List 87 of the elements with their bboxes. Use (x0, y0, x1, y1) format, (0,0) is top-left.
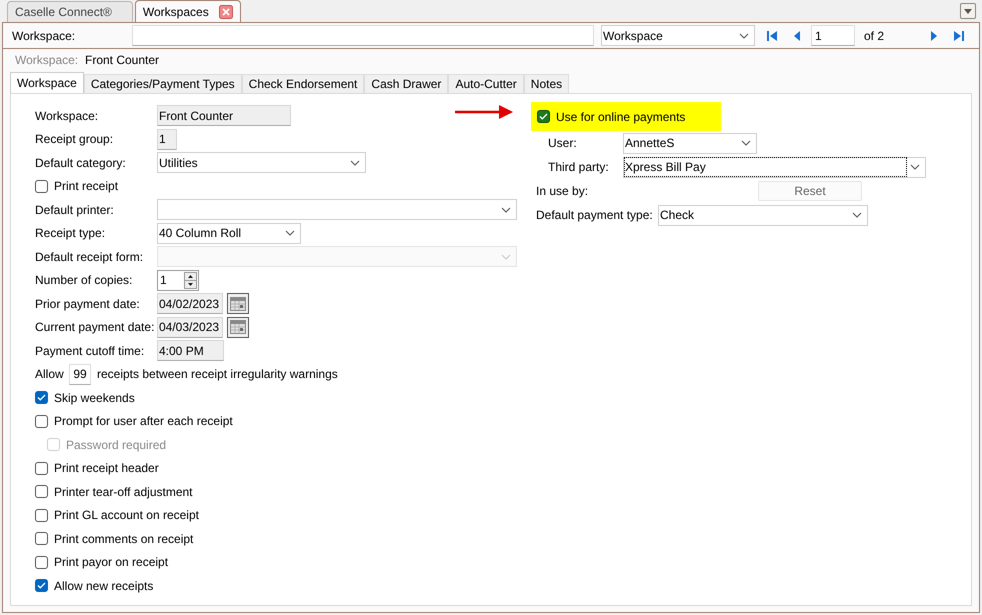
field-label: Receipt type: (35, 225, 106, 242)
field-label: User: (548, 135, 578, 152)
record-value: Front Counter (85, 52, 160, 69)
number-spinner[interactable]: 1 (157, 270, 199, 291)
warning-text: receipts between receipt irregularity warnings (97, 366, 338, 384)
checkbox[interactable] (35, 485, 48, 498)
dropdown-button[interactable] (960, 3, 976, 19)
field-label: Default printer: (35, 202, 115, 219)
checkbox-label: Print receipt header (54, 460, 159, 478)
checkbox-label: Print payor on receipt (54, 554, 168, 572)
checkbox-label: Print receipt (54, 178, 118, 196)
checkbox[interactable] (35, 579, 48, 592)
spinner-arrows-icon (184, 272, 197, 289)
calendar-icon (230, 320, 246, 334)
readonly-field[interactable]: 4:00 PM (157, 340, 224, 362)
page-count: of 2 (864, 28, 886, 44)
checkbox[interactable] (35, 556, 48, 569)
checkbox-label: Password required (66, 436, 166, 454)
checkbox[interactable] (35, 391, 48, 404)
chevron-down-icon (910, 164, 920, 170)
tab[interactable]: Auto-Cutter (448, 74, 524, 93)
field-label: Prior payment date: (35, 296, 141, 313)
tab[interactable]: Notes (524, 74, 570, 93)
checkbox[interactable] (35, 508, 48, 522)
chevron-down-icon (285, 230, 295, 236)
checkbox-label: Skip weekends (54, 390, 135, 407)
number-field[interactable]: 99 (69, 364, 91, 385)
field-label: Payment cutoff time: (35, 342, 146, 360)
field-label: In use by: (536, 183, 590, 200)
tab[interactable]: Check Endorsement (242, 74, 364, 93)
checkbox-label: Print GL account on receipt (54, 507, 199, 524)
first-page-icon (766, 30, 778, 42)
dropdown[interactable]: Utilities (157, 152, 366, 174)
dropdown[interactable]: 40 Column Roll (157, 222, 301, 244)
page-field[interactable]: 1 (811, 25, 855, 46)
date-field[interactable]: 04/03/2023 (157, 316, 223, 338)
online-payments-checkbox[interactable]: Use for online payments (531, 102, 722, 131)
check-icon (37, 394, 46, 402)
tab[interactable]: Cash Drawer (364, 74, 448, 93)
chevron-down-icon (852, 212, 862, 218)
chevron-down-icon (739, 32, 749, 38)
field-label: Current payment date: (35, 319, 156, 336)
field-label: Default payment type: (536, 207, 654, 224)
view-dropdown[interactable]: Workspace (601, 25, 755, 46)
calendar-button[interactable] (227, 316, 249, 338)
user-dropdown[interactable]: AnnetteS (623, 132, 757, 154)
field-label: Workspace: (35, 108, 100, 125)
field-label: Receipt group: (35, 131, 114, 148)
close-icon[interactable] (218, 4, 233, 18)
calendar-button[interactable] (227, 293, 249, 314)
field-label: Third party: (548, 159, 610, 176)
last-page-icon (953, 30, 965, 42)
readonly-field[interactable]: 1 (157, 128, 177, 150)
record-label: Workspace: (15, 52, 80, 69)
calendar-icon (230, 296, 246, 311)
checkbox-label: Prompt for user after each receipt (54, 413, 233, 430)
checkbox-label: Allow new receipts (54, 578, 154, 595)
check-icon (37, 582, 46, 590)
third-party-dropdown[interactable]: Xpress Bill Pay (623, 156, 926, 178)
checkbox[interactable] (537, 110, 550, 123)
check-icon (539, 113, 548, 120)
search-field[interactable] (132, 25, 594, 46)
allow-label: Allow (35, 366, 65, 384)
chevron-down-icon (501, 206, 511, 213)
tab[interactable]: Workspace (10, 72, 84, 93)
document-tab[interactable]: Caselle Connect® (7, 1, 133, 22)
chevron-down-icon (350, 160, 360, 166)
checkbox[interactable] (35, 180, 48, 193)
date-field[interactable]: 04/02/2023 (157, 293, 223, 314)
checkbox-label: Printer tear-off adjustment (54, 484, 193, 501)
field-label: Default category: (35, 154, 127, 172)
checkbox-label: Print comments on receipt (54, 530, 194, 548)
reset-button[interactable]: Reset (758, 181, 862, 201)
readonly-field[interactable]: Front Counter (157, 105, 291, 126)
arrow-annotation (455, 105, 513, 119)
document-tab[interactable]: Workspaces (134, 0, 241, 22)
field-label: Default receipt form: (35, 248, 144, 266)
checkbox[interactable] (35, 414, 48, 428)
workspace-label: Workspace: (12, 28, 76, 44)
payment-type-dropdown[interactable]: Check (658, 204, 868, 226)
field-label: Number of copies: (35, 272, 134, 290)
chevron-down-icon (501, 254, 511, 260)
checkbox[interactable] (35, 532, 48, 546)
caret-icon (964, 8, 972, 14)
chevron-down-icon (741, 140, 751, 146)
checkbox[interactable] (35, 462, 48, 475)
tab[interactable]: Categories/Payment Types (84, 74, 242, 93)
